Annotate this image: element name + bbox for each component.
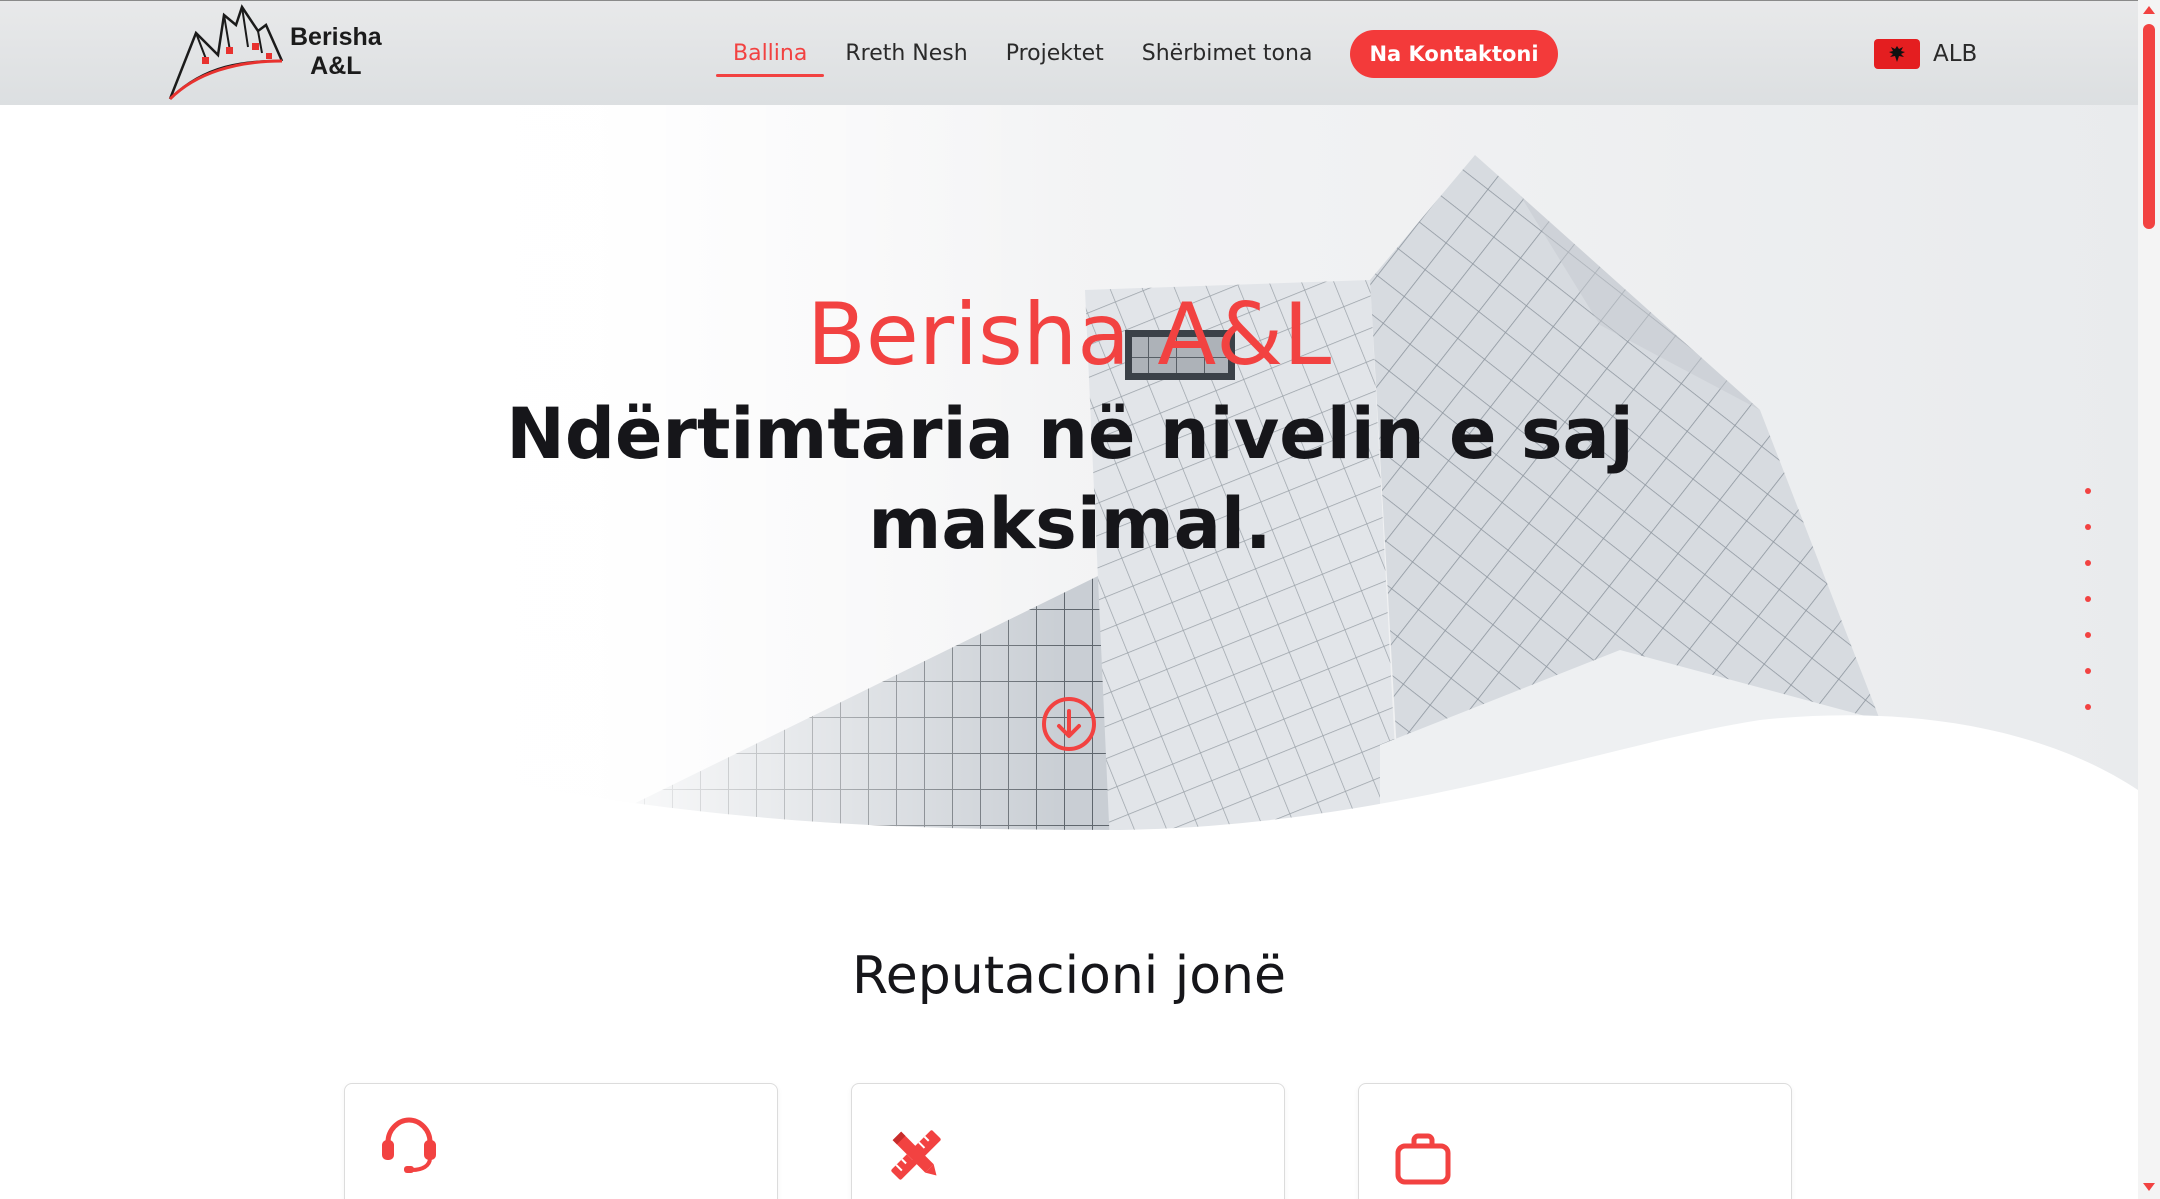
- scroll-up-arrow-icon[interactable]: [2143, 6, 2155, 14]
- briefcase-icon: [1395, 1133, 1451, 1185]
- brand-name: Berisha A&L: [290, 23, 382, 81]
- arrow-down-circle-icon[interactable]: [1040, 695, 1098, 753]
- reputation-title: Reputacioni jonë: [851, 946, 1286, 1006]
- nav-item-rreth-nesh[interactable]: Rreth Nesh: [826, 31, 986, 77]
- nav-item-projektet[interactable]: Projektet: [987, 31, 1123, 77]
- section-dot[interactable]: [2085, 560, 2091, 566]
- section-dot[interactable]: [2085, 632, 2091, 638]
- hero-subtitle: Ndërtimtaria në nivelin e saj maksimal.: [506, 393, 1634, 565]
- reputation-card-design: [851, 1083, 1285, 1199]
- main-nav: Ballina Rreth Nesh Projektet Shërbimet t…: [714, 30, 1558, 78]
- reputation-card-support: [344, 1083, 778, 1199]
- brand-name-line2: A&L: [310, 52, 362, 80]
- contact-button[interactable]: Na Kontaktoni: [1350, 30, 1558, 78]
- houses-logo-icon: [168, 4, 284, 101]
- language-selector[interactable]: ALB: [1874, 39, 1977, 69]
- scroll-thumb[interactable]: [2143, 24, 2155, 229]
- brand-name-line1: Berisha: [290, 23, 382, 51]
- page-scrollbar[interactable]: [2138, 0, 2160, 1199]
- headset-icon: [382, 1117, 436, 1173]
- section-dot[interactable]: [2085, 488, 2091, 494]
- hero-section: Berisha A&L Ndërtimtaria në nivelin e sa…: [0, 105, 2138, 845]
- scroll-down-arrow-icon[interactable]: [2143, 1183, 2155, 1191]
- nav-item-sherbimet[interactable]: Shërbimet tona: [1123, 31, 1332, 77]
- brand-logo[interactable]: Berisha A&L: [166, 3, 396, 101]
- section-dot[interactable]: [2085, 524, 2091, 530]
- site-header: Berisha A&L Ballina Rreth Nesh Projektet…: [0, 0, 2138, 105]
- section-dot[interactable]: [2085, 668, 2091, 674]
- language-label: ALB: [1933, 41, 1978, 67]
- hero-title: Berisha A&L: [806, 285, 1332, 385]
- section-dots-nav: [2085, 488, 2097, 740]
- pencil-ruler-icon: [891, 1130, 941, 1180]
- section-dot[interactable]: [2085, 704, 2091, 710]
- section-dot[interactable]: [2085, 596, 2091, 602]
- albania-flag-icon: [1874, 39, 1920, 69]
- nav-item-ballina[interactable]: Ballina: [714, 31, 826, 77]
- reputation-card-projects: [1358, 1083, 1792, 1199]
